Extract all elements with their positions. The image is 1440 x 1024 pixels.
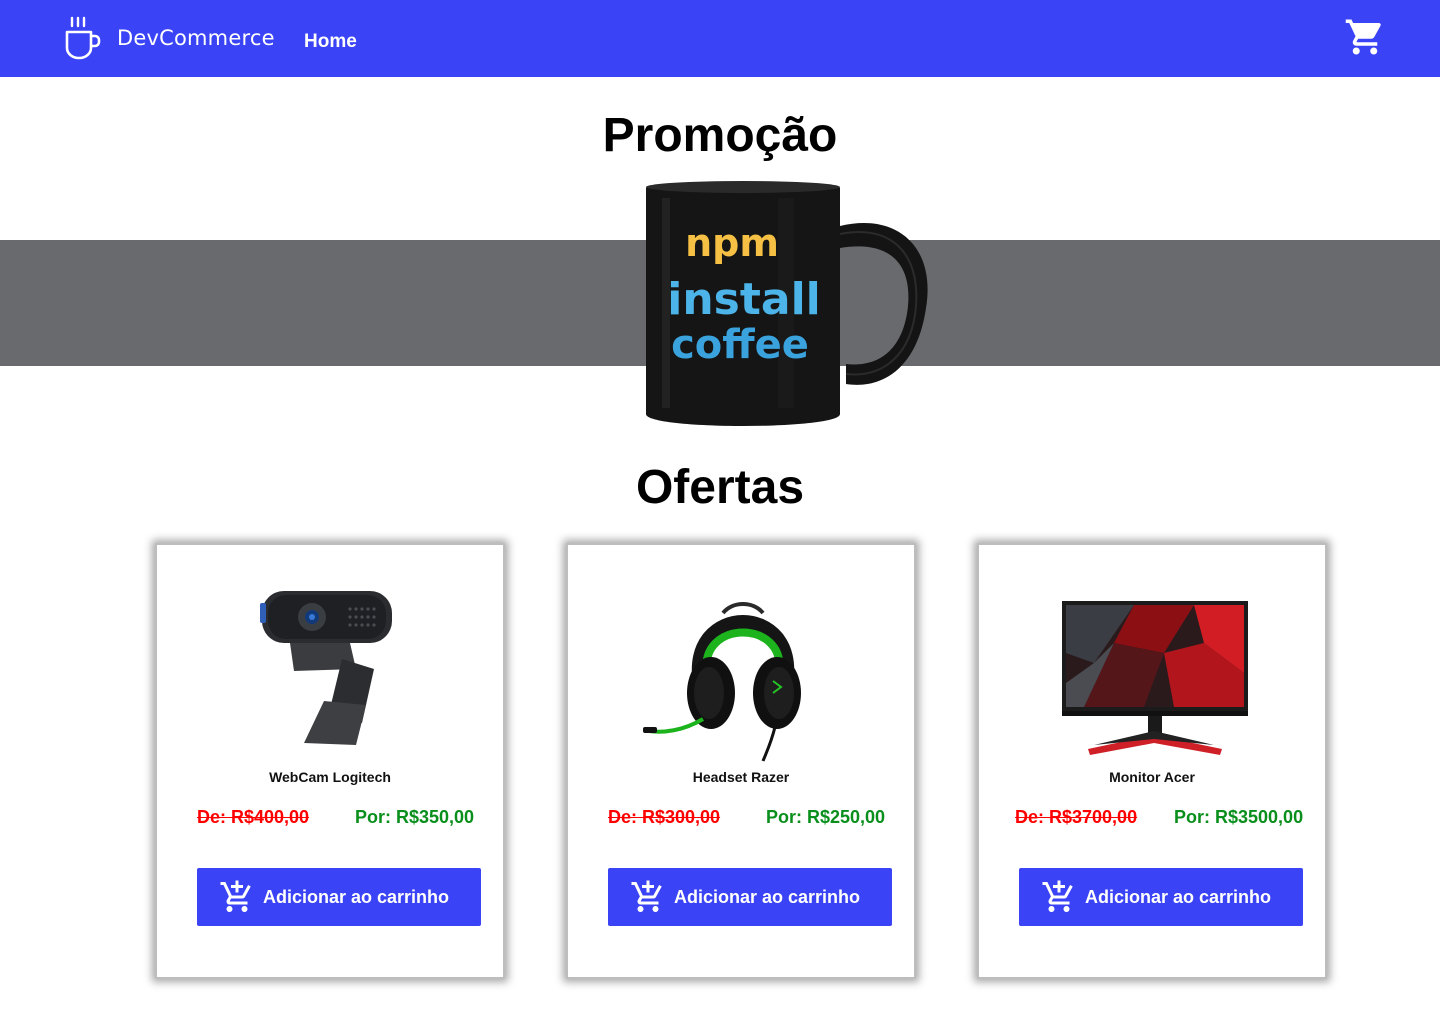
product-card: WebCam Logitech De: R$400,00 Por: R$350,… bbox=[155, 543, 505, 979]
add-to-cart-label: Adicionar ao carrinho bbox=[674, 886, 861, 907]
monitor-image[interactable] bbox=[1054, 573, 1254, 763]
cart-plus-icon bbox=[220, 880, 251, 912]
old-price: De: R$300,00 bbox=[608, 807, 721, 827]
shopping-cart-icon[interactable] bbox=[1344, 16, 1386, 58]
coffee-cup-icon bbox=[65, 16, 101, 60]
new-price: Por: R$250,00 bbox=[766, 807, 886, 827]
product-name: WebCam Logitech bbox=[269, 769, 391, 785]
add-to-cart-button[interactable]: Adicionar ao carrinho bbox=[197, 868, 481, 926]
mug-text-npm: npm bbox=[685, 221, 779, 265]
headset-image[interactable] bbox=[643, 573, 843, 763]
add-to-cart-button[interactable]: Adicionar ao carrinho bbox=[1019, 868, 1303, 926]
top-navbar: DevCommerce Home bbox=[0, 0, 1440, 77]
add-to-cart-button[interactable]: Adicionar ao carrinho bbox=[608, 868, 892, 926]
old-price: De: R$3700,00 bbox=[1015, 807, 1138, 827]
nav-home-link[interactable]: Home bbox=[304, 31, 357, 53]
old-price: De: R$400,00 bbox=[197, 807, 310, 827]
promo-mug-image[interactable]: npm install coffee bbox=[636, 178, 936, 432]
product-name: Monitor Acer bbox=[1109, 769, 1195, 785]
brand-name: DevCommerce bbox=[117, 26, 275, 50]
brand-logo-link[interactable]: DevCommerce bbox=[64, 16, 275, 60]
cart-plus-icon bbox=[1042, 880, 1073, 912]
add-to-cart-label: Adicionar ao carrinho bbox=[1085, 886, 1272, 907]
webcam-image[interactable] bbox=[232, 573, 432, 763]
mug-text-install: install bbox=[667, 274, 820, 325]
product-card: Monitor Acer De: R$3700,00 Por: R$3500,0… bbox=[977, 543, 1327, 979]
new-price: Por: R$3500,00 bbox=[1174, 807, 1304, 827]
product-card: Headset Razer De: R$300,00 Por: R$250,00… bbox=[566, 543, 916, 979]
add-to-cart-label: Adicionar ao carrinho bbox=[263, 886, 450, 907]
new-price: Por: R$350,00 bbox=[355, 807, 475, 827]
cart-plus-icon bbox=[631, 880, 662, 912]
promo-title: Promoção bbox=[602, 109, 838, 162]
offers-title: Ofertas bbox=[635, 461, 805, 514]
product-name: Headset Razer bbox=[692, 769, 790, 785]
mug-text-coffee: coffee bbox=[671, 322, 809, 368]
